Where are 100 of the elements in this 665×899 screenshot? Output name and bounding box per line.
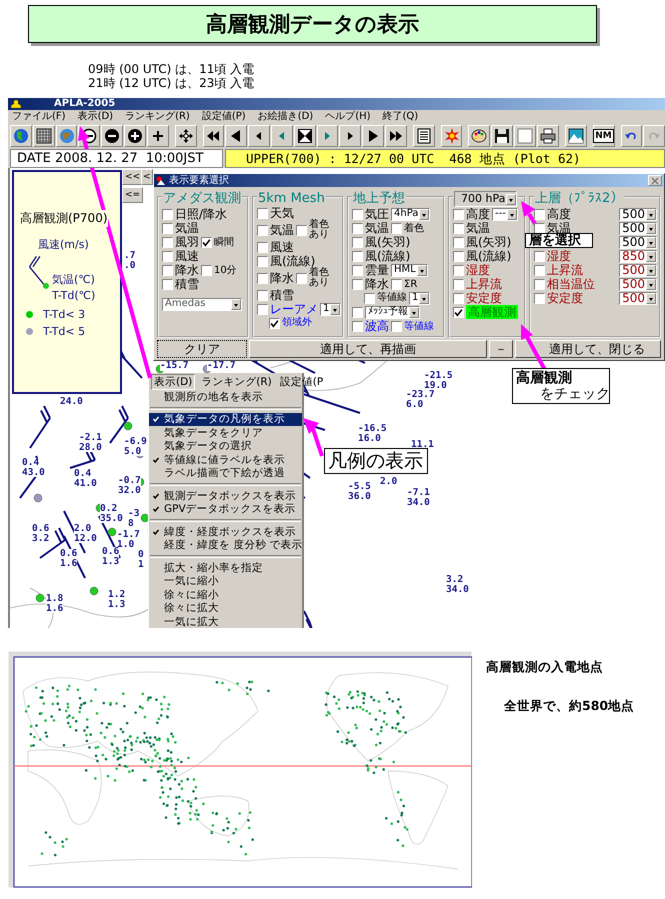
dropdown[interactable]: 500 xyxy=(619,292,657,304)
checkbox[interactable] xyxy=(453,236,464,248)
checkbox[interactable] xyxy=(257,242,268,252)
checkbox[interactable] xyxy=(352,278,363,290)
checkbox[interactable] xyxy=(453,264,464,276)
checkbox[interactable] xyxy=(257,272,268,284)
checkbox[interactable] xyxy=(257,208,268,218)
toolbar-button[interactable] xyxy=(124,125,146,147)
menu-item[interactable]: ヘルプ(H) xyxy=(325,110,371,123)
menu-item[interactable]: 表示(D) xyxy=(151,374,196,390)
menu-item[interactable]: GPVデータボックスを表示 xyxy=(149,502,302,516)
toolbar-button[interactable]: NM xyxy=(592,125,614,147)
checkbox[interactable] xyxy=(269,318,280,328)
checkbox[interactable] xyxy=(257,224,268,236)
menu-item[interactable]: 気象データの選択 xyxy=(149,440,302,453)
menu-item[interactable]: 設定値(P xyxy=(278,374,326,388)
checkbox[interactable] xyxy=(352,320,363,332)
checkbox[interactable] xyxy=(352,250,363,262)
menu-item[interactable]: 拡大・縮小率を指定 xyxy=(149,561,302,574)
toolbar-button[interactable] xyxy=(248,125,270,147)
menu-item[interactable]: 徐々に縮小 xyxy=(149,588,302,602)
checkbox[interactable] xyxy=(162,264,173,276)
menu-item[interactable]: 気象データの凡例を表示 xyxy=(149,412,302,426)
checkbox[interactable] xyxy=(453,208,464,220)
toolbar-button[interactable] xyxy=(491,125,514,147)
toolbar-button[interactable] xyxy=(339,125,362,147)
checkbox[interactable] xyxy=(257,290,268,300)
menu-item[interactable]: 観測データボックスを表示 xyxy=(149,489,302,502)
toolbar-button[interactable] xyxy=(146,125,169,147)
checkbox[interactable] xyxy=(453,292,464,304)
dropdown[interactable]: 4hPa xyxy=(391,208,430,220)
checkbox[interactable] xyxy=(391,320,402,332)
checkbox[interactable] xyxy=(296,224,307,236)
checkbox[interactable] xyxy=(534,250,545,262)
menu-item[interactable]: 一気に拡大 xyxy=(149,615,302,628)
dropdown[interactable]: 1 xyxy=(320,302,342,316)
dialog-button[interactable]: － xyxy=(489,340,513,358)
dropdown[interactable]: ﾒｯｼｭ予報 xyxy=(365,306,420,318)
checkbox[interactable] xyxy=(453,278,464,290)
toolbar-button[interactable] xyxy=(294,125,316,147)
toolbar-button[interactable] xyxy=(101,125,124,147)
checkbox[interactable] xyxy=(453,222,464,234)
dropdown[interactable]: 500 xyxy=(619,264,657,276)
dropdown[interactable]: 500 xyxy=(619,236,657,248)
checkbox[interactable] xyxy=(162,222,173,234)
dialog-button[interactable]: 適用して、閉じる xyxy=(515,340,661,358)
menu-item[interactable]: 表示(D) xyxy=(78,110,114,123)
nav-button[interactable]: < xyxy=(141,169,153,185)
menu-item[interactable]: 経度・緯度を 度分秒 で表示 xyxy=(149,538,302,552)
checkbox[interactable] xyxy=(352,236,363,248)
checkbox[interactable] xyxy=(257,304,268,314)
dropdown[interactable]: 500 xyxy=(619,222,657,234)
menu-item[interactable]: ランキング(R) xyxy=(199,374,274,388)
checkbox[interactable] xyxy=(534,208,545,220)
menu-item[interactable]: 等値線に値ラベルを表示 xyxy=(149,453,302,466)
checkbox[interactable] xyxy=(534,264,545,276)
menu-item[interactable]: 一気に縮小 xyxy=(149,574,302,588)
toolbar-button[interactable] xyxy=(362,125,384,147)
toolbar-button[interactable] xyxy=(468,125,490,147)
toolbar-button[interactable] xyxy=(202,125,224,147)
toolbar-button[interactable] xyxy=(32,125,55,147)
menu-item[interactable]: お絵描き(D) xyxy=(258,110,314,123)
toolbar-button[interactable] xyxy=(564,125,586,147)
toolbar-button[interactable] xyxy=(174,125,196,147)
dropdown[interactable]: 850 xyxy=(619,250,657,262)
checkbox[interactable] xyxy=(201,236,212,248)
nav-button[interactable]: << xyxy=(122,169,144,185)
menu-item[interactable]: 終了(Q) xyxy=(382,110,418,123)
dropdown[interactable]: Amedas xyxy=(162,298,242,310)
toolbar-button[interactable] xyxy=(412,125,435,147)
toolbar-button[interactable] xyxy=(225,125,248,147)
checkbox[interactable] xyxy=(201,264,212,276)
checkbox[interactable] xyxy=(391,222,402,234)
checkbox[interactable] xyxy=(162,250,173,262)
close-button[interactable] xyxy=(648,175,662,186)
toolbar-button[interactable] xyxy=(536,125,559,147)
menu-item[interactable]: 観測所の地名を表示 xyxy=(149,390,302,404)
checkbox[interactable] xyxy=(352,306,363,318)
checkbox[interactable] xyxy=(391,278,402,290)
checkbox[interactable] xyxy=(257,256,268,266)
checkbox[interactable] xyxy=(364,292,375,304)
dialog-button[interactable]: クリア xyxy=(157,340,247,358)
menu-item[interactable]: ラベル描画で下絵が透過 xyxy=(149,466,302,480)
menu-item[interactable]: 設定値(P) xyxy=(202,110,246,123)
menu-item[interactable]: ランキング(R) xyxy=(125,110,190,123)
dropdown[interactable]: --- xyxy=(492,208,518,220)
dropdown[interactable]: 500 xyxy=(619,278,657,290)
menu-item[interactable]: 徐々に拡大 xyxy=(149,602,302,615)
checkbox[interactable] xyxy=(352,264,363,276)
toolbar-button[interactable] xyxy=(620,125,642,147)
checkbox[interactable] xyxy=(352,222,363,234)
menu-item[interactable]: 気象データをクリア xyxy=(149,426,302,440)
checkbox[interactable] xyxy=(453,306,464,318)
checkbox[interactable] xyxy=(453,250,464,262)
dropdown[interactable]: 500 xyxy=(619,208,657,220)
nav-button[interactable]: <= xyxy=(122,187,144,203)
menu-item[interactable]: 緯度・経度ボックスを表示 xyxy=(149,525,302,538)
menu-item[interactable]: ファイル(F) xyxy=(12,110,66,123)
dropdown[interactable]: 1 xyxy=(409,292,430,304)
checkbox[interactable] xyxy=(296,272,307,284)
